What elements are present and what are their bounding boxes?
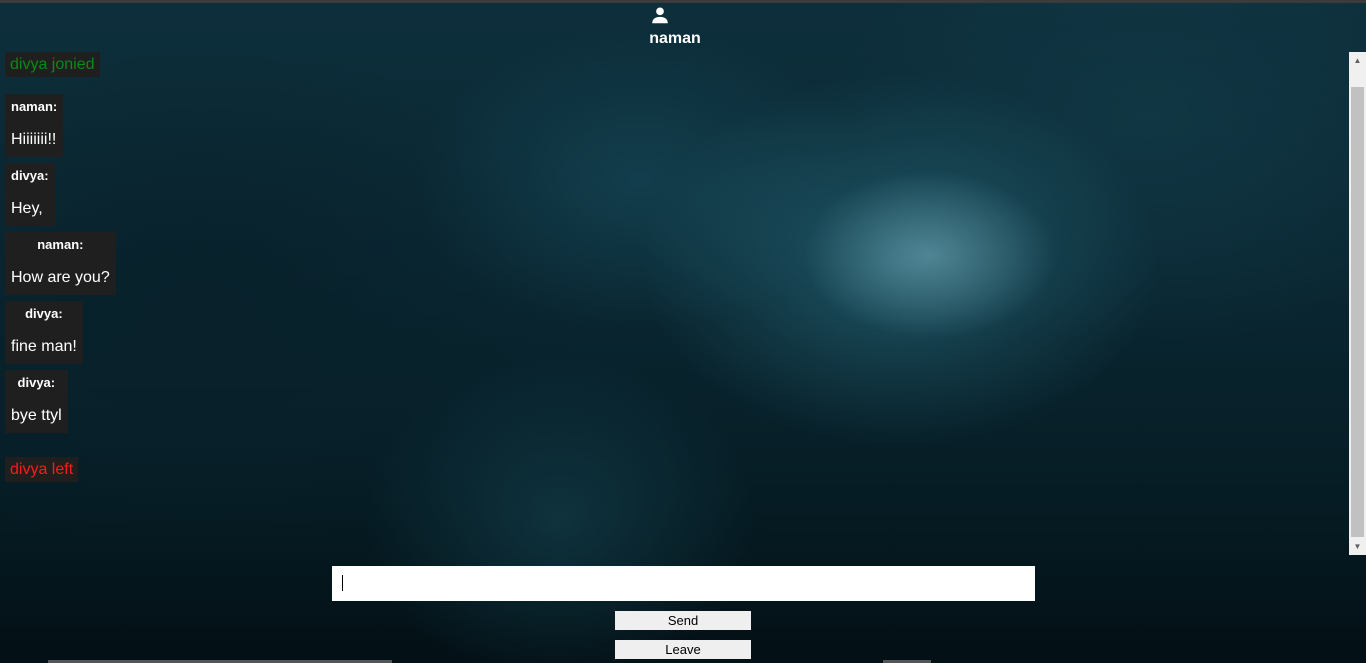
chat-scrollbar[interactable]: ▲ ▼ [1349,52,1366,555]
message-text: fine man! [11,338,77,355]
window-top-border [0,0,1366,3]
chat-message: divya: fine man! [5,301,83,364]
message-text: How are you? [11,269,110,286]
person-icon [652,7,668,24]
scroll-down-arrow-icon[interactable]: ▼ [1349,538,1366,555]
message-sender: divya: [17,375,56,390]
send-button[interactable]: Send [615,611,751,630]
scroll-up-arrow-icon[interactable]: ▲ [1349,52,1366,69]
message-sender: divya: [25,306,63,321]
chat-message: divya: bye ttyl [5,370,68,433]
message-sender: divya: [11,168,49,183]
chat-message: naman: How are you? [5,232,116,295]
message-text: Hiiiiiii!! [11,131,57,148]
scroll-thumb[interactable] [1351,87,1364,537]
leave-button[interactable]: Leave [615,640,751,659]
message-text: bye ttyl [11,407,62,424]
message-text: Hey, [11,200,43,217]
chat-message: divya: Hey, [5,163,55,226]
user-left-notice: divya left [5,457,79,482]
chat-header: naman [600,4,750,48]
user-joined-notice: divya jonied [5,52,100,77]
message-sender: naman: [37,237,84,252]
message-sender: naman: [11,99,58,114]
chat-message: naman: Hiiiiiii!! [5,94,64,157]
message-input[interactable] [332,566,1035,601]
text-caret [342,575,343,591]
chat-message-list: divya jonied naman: Hiiiiiii!! divya: He… [5,52,345,482]
current-username: naman [649,30,701,47]
